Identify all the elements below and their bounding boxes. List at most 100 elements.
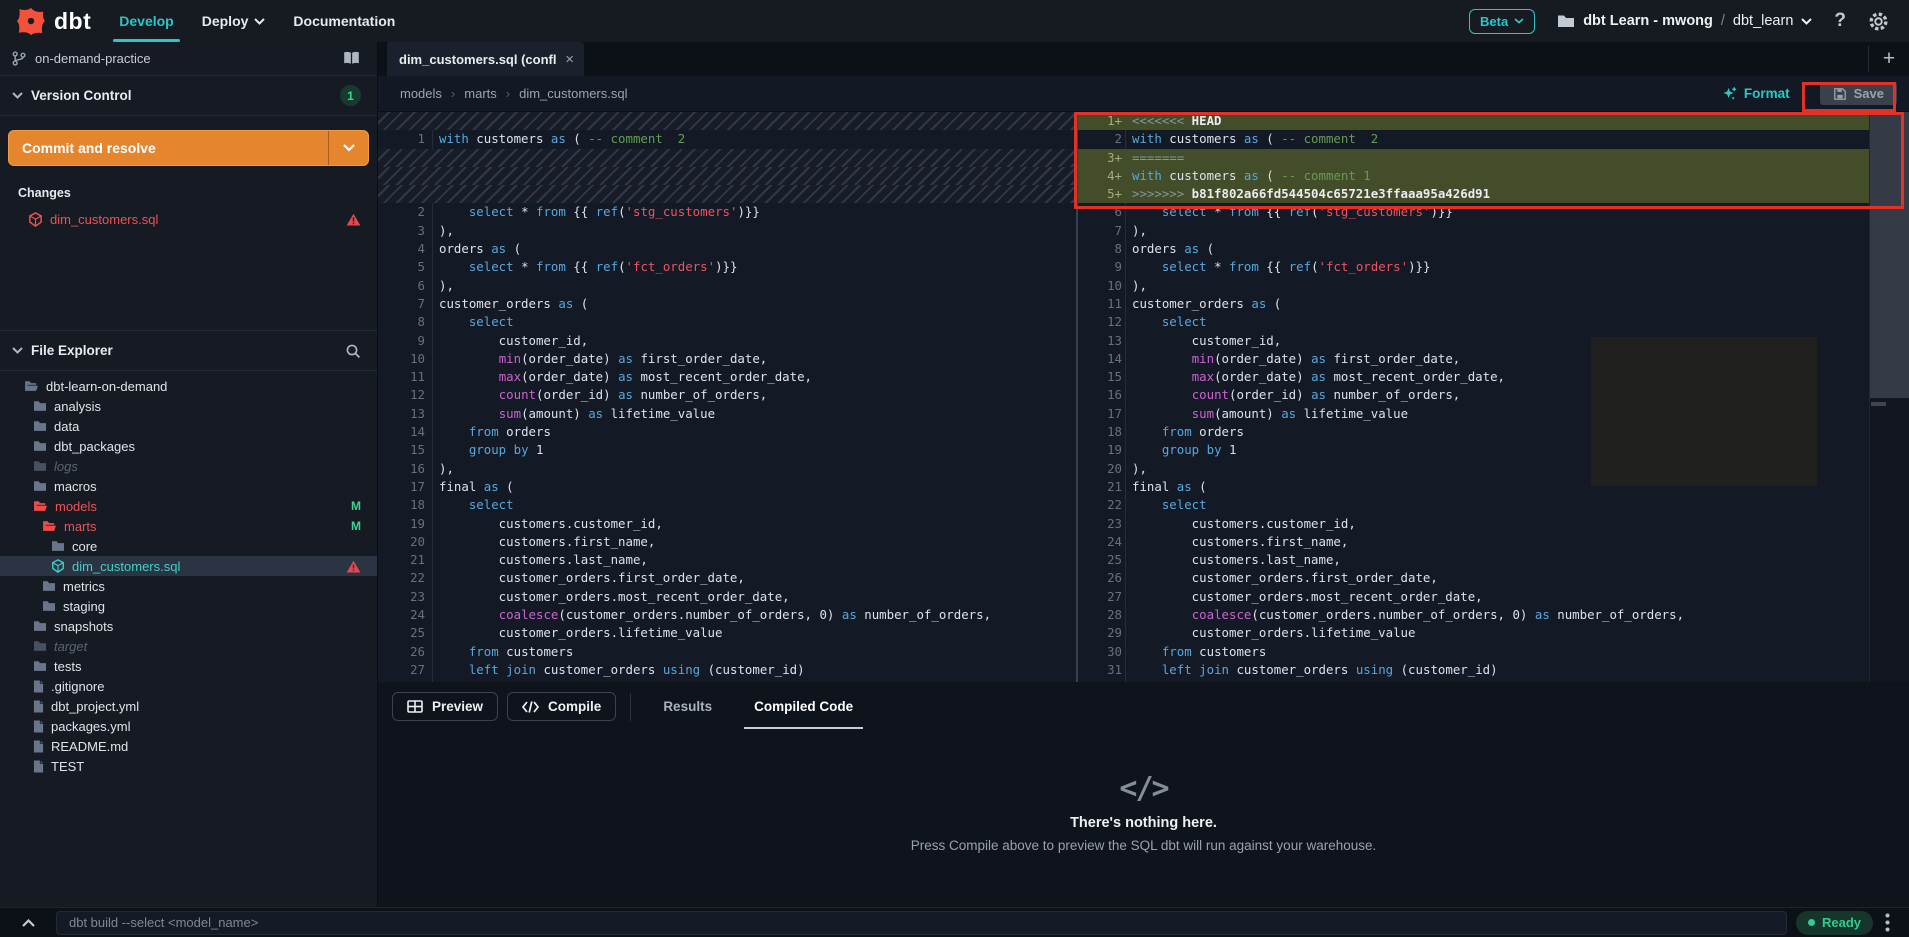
code-line[interactable]: 17final as (: [378, 478, 1076, 496]
code-line[interactable]: 9 customer_id,: [378, 332, 1076, 350]
code-line[interactable]: 29 customer_orders.lifetime_value: [1078, 624, 1909, 642]
code-line[interactable]: 25 customers.last_name,: [1078, 551, 1909, 569]
code-line[interactable]: 15 group by 1: [378, 441, 1076, 459]
save-button[interactable]: Save: [1820, 82, 1897, 105]
tab-close-icon[interactable]: ×: [565, 51, 574, 68]
tab-compiled-code[interactable]: Compiled Code: [744, 682, 863, 731]
tree-item-analysis[interactable]: analysis: [0, 396, 377, 416]
nav-documentation[interactable]: Documentation: [279, 0, 409, 42]
code-line[interactable]: 31 left join customer_orders using (cust…: [1078, 661, 1909, 679]
code-line[interactable]: 6 select * from {{ ref('stg_customers')}…: [1078, 203, 1909, 221]
code-line[interactable]: 24 coalesce(customer_orders.number_of_or…: [378, 606, 1076, 624]
preview-button[interactable]: Preview: [392, 692, 498, 721]
code-line[interactable]: 1with customers as ( -- comment 2: [378, 130, 1076, 148]
tree-item-target[interactable]: target: [0, 636, 377, 656]
version-control-header[interactable]: Version Control 1: [0, 76, 377, 116]
code-line[interactable]: 5 select * from {{ ref('fct_orders')}}: [378, 258, 1076, 276]
code-line[interactable]: 11 max(order_date) as most_recent_order_…: [378, 368, 1076, 386]
code-line[interactable]: 26 customer_orders.first_order_date,: [1078, 569, 1909, 587]
account-project-selector[interactable]: dbt Learn - mwong / dbt_learn: [1557, 13, 1812, 29]
code-line[interactable]: 20 customers.first_name,: [378, 533, 1076, 551]
code-line[interactable]: 12 count(order_id) as number_of_orders,: [378, 386, 1076, 404]
expand-caret-icon[interactable]: [0, 919, 56, 927]
tree-item-staging[interactable]: staging: [0, 596, 377, 616]
code-line[interactable]: 8orders as (: [1078, 240, 1909, 258]
tree-item-readme-md[interactable]: README.md: [0, 736, 377, 756]
tree-item-core[interactable]: core: [0, 536, 377, 556]
beta-dropdown[interactable]: Beta: [1469, 9, 1535, 34]
nav-develop[interactable]: Develop: [105, 0, 187, 42]
code-line[interactable]: 27 left join customer_orders using (cust…: [378, 661, 1076, 679]
code-line[interactable]: 9 select * from {{ ref('fct_orders')}}: [1078, 258, 1909, 276]
code-line[interactable]: 4+with customers as ( -- comment 1: [1078, 167, 1909, 185]
code-line[interactable]: 28 coalesce(customer_orders.number_of_or…: [1078, 606, 1909, 624]
code-line[interactable]: 25 customer_orders.lifetime_value: [378, 624, 1076, 642]
tree-item-packages-yml[interactable]: packages.yml: [0, 716, 377, 736]
code-line[interactable]: 23 customer_orders.most_recent_order_dat…: [378, 588, 1076, 606]
tab-results[interactable]: Results: [653, 682, 722, 731]
tree-item-test[interactable]: TEST: [0, 756, 377, 776]
tree-item-marts[interactable]: martsM: [0, 516, 377, 536]
command-input[interactable]: [56, 911, 1787, 935]
editor-tab-dim-customers[interactable]: dim_customers.sql (confli... ×: [387, 42, 584, 76]
code-line[interactable]: 23 customers.customer_id,: [1078, 515, 1909, 533]
dbt-logo[interactable]: dbt: [0, 0, 105, 42]
code-line[interactable]: 2 select * from {{ ref('stg_customers')}…: [378, 203, 1076, 221]
code-line[interactable]: 22 customer_orders.first_order_date,: [378, 569, 1076, 587]
tree-item-models[interactable]: modelsM: [0, 496, 377, 516]
tree-item-dbt-project-yml[interactable]: dbt_project.yml: [0, 696, 377, 716]
breadcrumb-marts[interactable]: marts: [464, 86, 497, 101]
code-line[interactable]: 27 customer_orders.most_recent_order_dat…: [1078, 588, 1909, 606]
tree-item-metrics[interactable]: metrics: [0, 576, 377, 596]
tree-item-data[interactable]: data: [0, 416, 377, 436]
tree-item--gitignore[interactable]: .gitignore: [0, 676, 377, 696]
nav-deploy[interactable]: Deploy: [188, 0, 280, 42]
commit-and-resolve-button[interactable]: Commit and resolve: [8, 130, 369, 166]
code-line[interactable]: 19 customers.customer_id,: [378, 515, 1076, 533]
file-explorer-header[interactable]: File Explorer: [0, 331, 377, 371]
code-line[interactable]: 26 from customers: [378, 643, 1076, 661]
tree-item-macros[interactable]: macros: [0, 476, 377, 496]
docs-book-icon[interactable]: [342, 51, 361, 66]
scrollbar-thumb[interactable]: [1870, 112, 1909, 398]
commit-options-caret[interactable]: [328, 131, 368, 165]
code-line[interactable]: 3),: [378, 222, 1076, 240]
settings-gear-icon[interactable]: [1868, 11, 1889, 32]
tree-item-logs[interactable]: logs: [0, 456, 377, 476]
tree-item-dim-customers-sql[interactable]: dim_customers.sql: [0, 556, 377, 576]
code-line[interactable]: 7),: [1078, 222, 1909, 240]
breadcrumb-file[interactable]: dim_customers.sql: [519, 86, 627, 101]
code-line[interactable]: 7customer_orders as (: [378, 295, 1076, 313]
tree-item-dbt-learn-on-demand[interactable]: dbt-learn-on-demand: [0, 376, 377, 396]
code-line[interactable]: 5+>>>>>>> b81f802a66fd544504c65721e3ffaa…: [1078, 185, 1909, 203]
help-icon[interactable]: ?: [1834, 10, 1846, 32]
code-line[interactable]: 11customer_orders as (: [1078, 295, 1909, 313]
changed-file-row[interactable]: dim_customers.sql: [0, 208, 377, 230]
code-line[interactable]: 24 customers.first_name,: [1078, 533, 1909, 551]
code-line[interactable]: 22 select: [1078, 496, 1909, 514]
format-button[interactable]: Format: [1722, 86, 1790, 101]
code-line[interactable]: 4orders as (: [378, 240, 1076, 258]
git-branch-row[interactable]: on-demand-practice: [0, 42, 377, 76]
code-line[interactable]: 10 min(order_date) as first_order_date,: [378, 350, 1076, 368]
code-line[interactable]: 14 from orders: [378, 423, 1076, 441]
code-line[interactable]: 8 select: [378, 313, 1076, 331]
code-line[interactable]: 13 sum(amount) as lifetime_value: [378, 405, 1076, 423]
code-line[interactable]: 30 from customers: [1078, 643, 1909, 661]
tree-item-tests[interactable]: tests: [0, 656, 377, 676]
code-line[interactable]: 10),: [1078, 277, 1909, 295]
new-tab-plus-icon[interactable]: +: [1868, 46, 1909, 72]
code-line[interactable]: 2with customers as ( -- comment 2: [1078, 130, 1909, 148]
breadcrumb-models[interactable]: models: [400, 86, 442, 101]
code-line[interactable]: 6),: [378, 277, 1076, 295]
tree-item-dbt-packages[interactable]: dbt_packages: [0, 436, 377, 456]
editor-scrollbar[interactable]: [1869, 112, 1909, 682]
code-line[interactable]: 12 select: [1078, 313, 1909, 331]
code-line[interactable]: 21 customers.last_name,: [378, 551, 1076, 569]
search-icon[interactable]: [345, 343, 361, 359]
code-line[interactable]: 18 select: [378, 496, 1076, 514]
compile-button[interactable]: Compile: [507, 692, 616, 721]
kebab-menu-icon[interactable]: [1885, 913, 1890, 932]
status-badge[interactable]: Ready: [1796, 911, 1873, 935]
code-line[interactable]: 3+=======: [1078, 149, 1909, 167]
